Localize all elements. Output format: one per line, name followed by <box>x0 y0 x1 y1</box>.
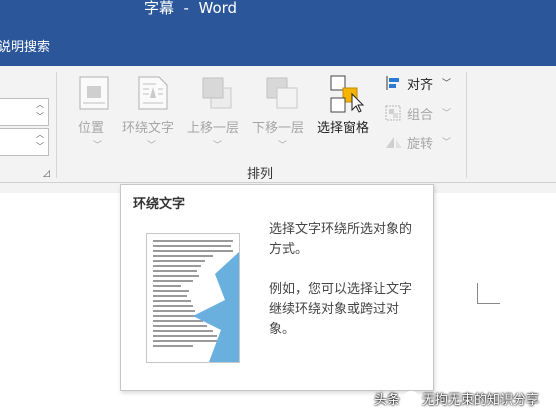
bring-forward-dropdown-icon: ﹀ <box>213 141 223 151</box>
dialog-launcher-icon[interactable]: ◿ <box>43 169 50 179</box>
group-label: 组合 <box>407 108 434 123</box>
watermark-prefix: 头条 <box>374 393 401 408</box>
wrap-text-icon <box>138 76 168 110</box>
bring-forward-icon <box>202 77 232 109</box>
group-separator <box>56 72 57 178</box>
arrange-group-label: 排列 <box>247 167 274 182</box>
title-bar: 字幕 - Word <box>0 0 556 24</box>
author-avatar-icon <box>402 390 421 409</box>
wrap-text-dropdown-icon: ﹀ <box>147 141 157 151</box>
bring-forward-label: 上移一层 <box>187 121 240 136</box>
position-dropdown-icon: ﹀ <box>93 141 103 151</box>
watermark-author: 无拘无束的知识分享 <box>422 393 540 408</box>
wrap-text-tooltip: 环绕文字 选择文字环绕所选对象的方式。 例如，您可以选择让文字继续环绕对象或跨过… <box>120 184 434 391</box>
shape-width-field[interactable]: ︿ ﹀ <box>0 128 49 156</box>
selection-pane-label: 选择窗格 <box>317 121 370 136</box>
align-icon <box>386 76 399 90</box>
align-button[interactable]: 对齐 ﹀ <box>385 74 455 94</box>
rotate-icon <box>386 137 402 148</box>
send-backward-icon <box>266 77 298 109</box>
group-button[interactable]: 组合 ﹀ <box>385 104 455 124</box>
send-backward-dropdown-icon: ﹀ <box>278 141 288 151</box>
group-separator <box>466 72 467 178</box>
tell-me-search[interactable]: 说明搜索 <box>0 36 50 55</box>
rotate-dropdown-icon: ﹀ <box>442 138 452 148</box>
watermark: 头条 无拘无束的知识分享 <box>374 389 539 410</box>
window-title: 字幕 - Word <box>144 0 238 17</box>
margin-marker <box>477 283 500 304</box>
shape-height-field[interactable]: ︿ ﹀ <box>0 98 49 126</box>
align-dropdown-icon: ﹀ <box>442 79 452 89</box>
wrap-text-label: 环绕文字 <box>122 121 175 136</box>
align-label: 对齐 <box>407 78 434 93</box>
tooltip-example: 例如，您可以选择让文字继续环绕对象或跨过对象。 <box>269 282 413 337</box>
position-label: 位置 <box>78 121 105 136</box>
rotate-button[interactable]: 旋转 ﹀ <box>385 133 455 153</box>
group-icon <box>385 105 401 121</box>
send-backward-label: 下移一层 <box>252 121 305 136</box>
wrap-text-preview-image <box>146 233 240 363</box>
position-icon <box>79 76 109 110</box>
tooltip-title: 环绕文字 <box>133 197 186 212</box>
selection-pane-icon <box>330 75 365 113</box>
menu-bar: 说明搜索 <box>0 24 556 66</box>
group-dropdown-icon: ﹀ <box>442 109 452 119</box>
text-wrap-preview-icon <box>153 240 239 362</box>
tooltip-description: 选择文字环绕所选对象的方式。 <box>269 222 413 257</box>
rotate-label: 旋转 <box>407 137 434 152</box>
